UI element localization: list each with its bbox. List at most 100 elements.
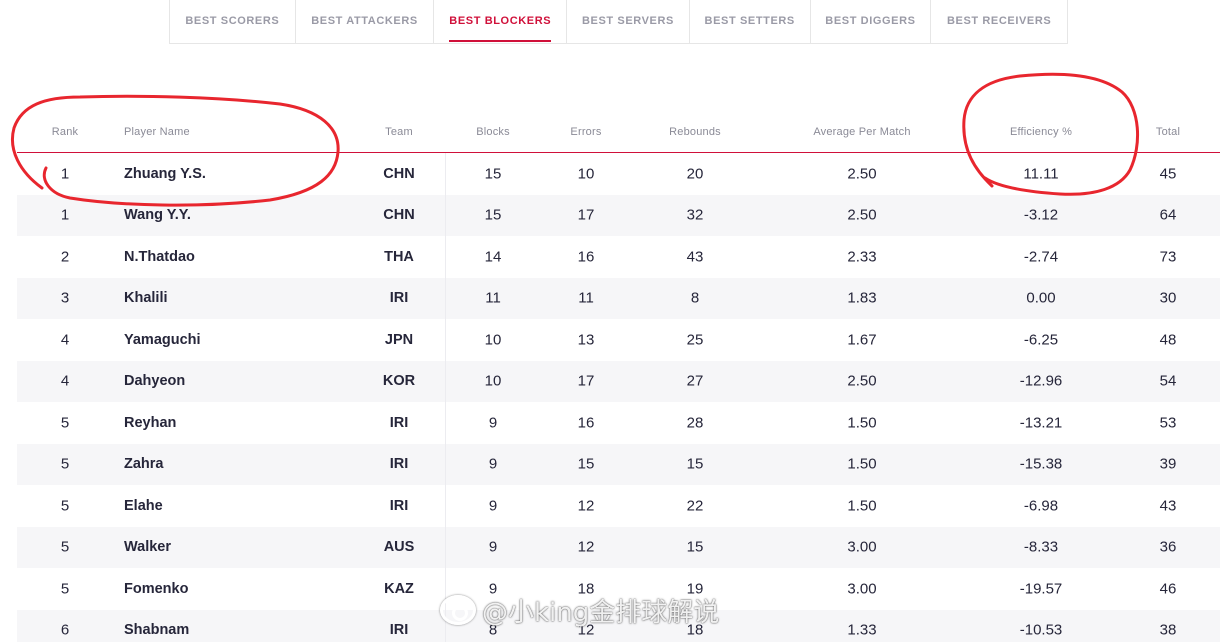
header-team[interactable]: Team <box>385 126 413 138</box>
row-team: AUS <box>383 539 415 556</box>
row-player-name[interactable]: Dahyeon <box>124 373 185 389</box>
row-total: 46 <box>1159 580 1177 598</box>
row-player-name[interactable]: Shabnam <box>124 622 189 638</box>
row-player-name[interactable]: N.Thatdao <box>124 249 195 265</box>
row-team: CHN <box>383 165 415 182</box>
row-total: 45 <box>1159 165 1177 183</box>
weibo-logo-icon <box>440 595 476 625</box>
table-row[interactable]: 2 N.Thatdao THA 14 16 43 2.33 -2.74 73 <box>17 236 1220 278</box>
row-rebounds: 43 <box>686 248 704 266</box>
row-average: 1.50 <box>847 455 877 473</box>
table-row[interactable]: 3 Khalili IRI 11 11 8 1.83 0.00 30 <box>17 277 1220 319</box>
tab-best-scorers[interactable]: BEST SCORERS <box>170 0 296 43</box>
row-efficiency: -19.57 <box>1019 580 1063 598</box>
row-team: KOR <box>382 373 416 390</box>
row-rebounds: 15 <box>686 538 704 556</box>
header-average-per-match[interactable]: Average Per Match <box>813 126 910 138</box>
row-errors: 13 <box>577 331 595 349</box>
table-row[interactable]: 5 Zahra IRI 9 15 15 1.50 -15.38 39 <box>17 443 1220 485</box>
table-row[interactable]: 1 Wang Y.Y. CHN 15 17 32 2.50 -3.12 64 <box>17 194 1220 236</box>
row-average: 3.00 <box>847 538 877 556</box>
tab-best-receivers[interactable]: BEST RECEIVERS <box>931 0 1067 43</box>
row-total: 43 <box>1159 497 1177 515</box>
row-player-name[interactable]: Zahra <box>124 456 164 472</box>
row-average: 1.83 <box>847 289 877 307</box>
row-blocks: 9 <box>488 538 498 556</box>
row-team: IRI <box>389 497 409 514</box>
row-rebounds: 8 <box>690 289 700 307</box>
stats-tab-bar: BEST SCORERS BEST ATTACKERS BEST BLOCKER… <box>169 0 1068 44</box>
tab-best-servers[interactable]: BEST SERVERS <box>567 0 690 43</box>
row-player-name[interactable]: Walker <box>124 539 171 555</box>
row-team: JPN <box>384 331 414 348</box>
table-header: Rank Player Name Team Blocks Errors Rebo… <box>17 112 1220 153</box>
row-total: 54 <box>1159 372 1177 390</box>
table-row[interactable]: 5 Elahe IRI 9 12 22 1.50 -6.98 43 <box>17 485 1220 527</box>
tab-best-setters[interactable]: BEST SETTERS <box>690 0 811 43</box>
row-rank: 5 <box>60 455 70 473</box>
row-average: 2.33 <box>847 248 877 266</box>
row-efficiency: -15.38 <box>1019 455 1063 473</box>
row-total: 39 <box>1159 455 1177 473</box>
row-blocks: 9 <box>488 455 498 473</box>
row-blocks: 10 <box>484 331 502 349</box>
row-blocks: 14 <box>484 248 502 266</box>
row-errors: 12 <box>577 538 595 556</box>
row-team: KAZ <box>384 580 414 597</box>
column-divider <box>445 153 446 642</box>
row-rank: 4 <box>60 372 70 390</box>
row-total: 30 <box>1159 289 1177 307</box>
header-player-name[interactable]: Player Name <box>124 126 190 138</box>
row-efficiency: -10.53 <box>1019 621 1063 639</box>
row-average: 2.50 <box>847 372 877 390</box>
row-total: 64 <box>1159 206 1177 224</box>
table-row[interactable]: 4 Yamaguchi JPN 10 13 25 1.67 -6.25 48 <box>17 319 1220 361</box>
row-efficiency: -12.96 <box>1019 372 1063 390</box>
row-rebounds: 32 <box>686 206 704 224</box>
table-row[interactable]: 5 Reyhan IRI 9 16 28 1.50 -13.21 53 <box>17 402 1220 444</box>
header-errors[interactable]: Errors <box>570 126 601 138</box>
row-errors: 16 <box>577 414 595 432</box>
row-efficiency: 0.00 <box>1026 289 1056 307</box>
row-player-name[interactable]: Reyhan <box>124 415 176 431</box>
row-rebounds: 28 <box>686 414 704 432</box>
table-row[interactable]: 5 Walker AUS 9 12 15 3.00 -8.33 36 <box>17 526 1220 568</box>
header-rebounds[interactable]: Rebounds <box>669 126 721 138</box>
row-rank: 5 <box>60 497 70 515</box>
row-errors: 12 <box>577 497 595 515</box>
tab-best-diggers[interactable]: BEST DIGGERS <box>811 0 932 43</box>
watermark-text: @小king金排球解说 <box>482 597 720 628</box>
row-team: THA <box>384 248 414 265</box>
row-errors: 16 <box>577 248 595 266</box>
table-body: 1 Zhuang Y.S. CHN 15 10 20 2.50 11.11 45 1 Wang Y.… <box>17 153 1220 642</box>
table-row[interactable]: 4 Dahyeon KOR 10 17 27 2.50 -12.96 54 <box>17 360 1220 402</box>
header-total[interactable]: Total <box>1156 126 1180 138</box>
row-player-name[interactable]: Yamaguchi <box>124 332 201 348</box>
header-blocks[interactable]: Blocks <box>476 126 510 138</box>
row-player-name[interactable]: Khalili <box>124 290 168 306</box>
row-player-name[interactable]: Fomenko <box>124 581 188 597</box>
row-rank: 5 <box>60 414 70 432</box>
row-team: CHN <box>383 207 415 224</box>
row-rank: 5 <box>60 538 70 556</box>
row-errors: 17 <box>577 206 595 224</box>
watermark: @小king金排球解说 <box>440 590 719 630</box>
row-total: 38 <box>1159 621 1177 639</box>
row-blocks: 15 <box>484 165 502 183</box>
header-efficiency[interactable]: Efficiency % <box>1010 126 1072 138</box>
table-row[interactable]: 1 Zhuang Y.S. CHN 15 10 20 2.50 11.11 45 <box>17 153 1220 195</box>
row-efficiency: -6.25 <box>1023 331 1059 349</box>
tab-best-blockers[interactable]: BEST BLOCKERS <box>434 0 568 43</box>
row-rank: 2 <box>60 248 70 266</box>
header-rank[interactable]: Rank <box>52 126 78 138</box>
row-player-name[interactable]: Wang Y.Y. <box>124 207 191 223</box>
row-rank: 3 <box>60 289 70 307</box>
row-average: 2.50 <box>847 165 877 183</box>
row-average: 1.50 <box>847 497 877 515</box>
row-blocks: 11 <box>485 289 501 307</box>
row-player-name[interactable]: Zhuang Y.S. <box>124 166 206 182</box>
row-average: 1.67 <box>847 331 877 349</box>
row-rebounds: 20 <box>686 165 704 183</box>
tab-best-attackers[interactable]: BEST ATTACKERS <box>296 0 435 43</box>
row-player-name[interactable]: Elahe <box>124 498 163 514</box>
